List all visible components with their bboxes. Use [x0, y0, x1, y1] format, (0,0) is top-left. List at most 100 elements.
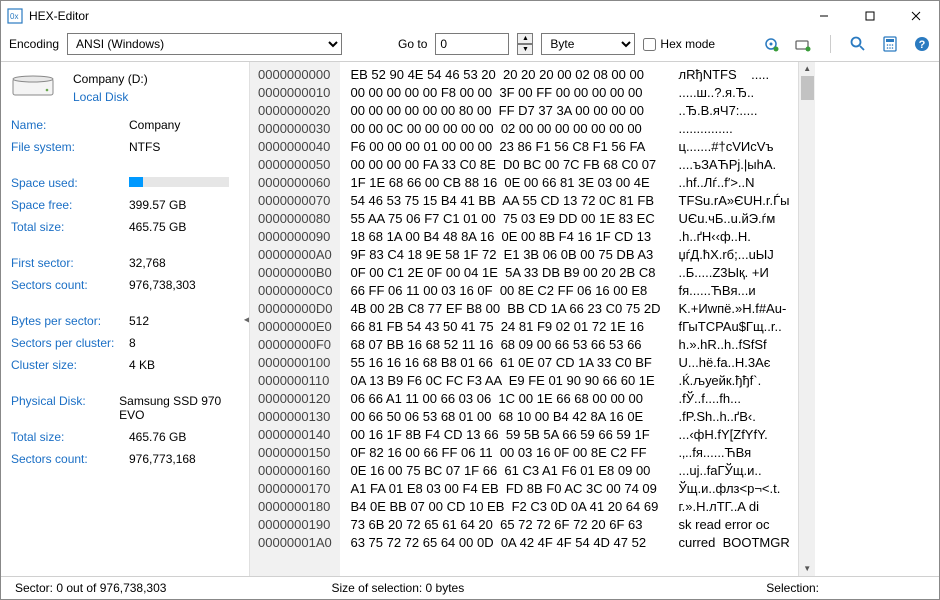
- hex-ascii-row[interactable]: ...............: [679, 120, 790, 138]
- hex-offset: 0000000190: [258, 516, 332, 534]
- hex-bytes-row[interactable]: 00 66 50 06 53 68 01 00 68 10 00 B4 42 8…: [350, 408, 660, 426]
- minimize-button[interactable]: [801, 1, 847, 31]
- goto-spinner[interactable]: ▲ ▼: [517, 33, 533, 55]
- hex-offset: 0000000100: [258, 354, 332, 372]
- hex-bytes-row[interactable]: 0F 00 C1 2E 0F 00 04 1E 5A 33 DB B9 00 2…: [350, 264, 660, 282]
- encoding-select[interactable]: ANSI (Windows): [67, 33, 342, 55]
- hex-ascii-row[interactable]: ...uј..faГЎщ.и..: [679, 462, 790, 480]
- hex-bytes-row[interactable]: 4B 00 2B C8 77 EF B8 00 BB CD 1A 66 23 C…: [350, 300, 660, 318]
- property-value: 4 KB: [129, 358, 155, 372]
- property-row: Sectors per cluster:8: [11, 336, 239, 350]
- hex-bytes-row[interactable]: 00 00 00 00 FA 33 C0 8E D0 BC 00 7C FB 6…: [350, 156, 660, 174]
- hex-bytes-row[interactable]: 00 00 00 00 00 F8 00 00 3F 00 FF 00 00 0…: [350, 84, 660, 102]
- hex-ascii-row[interactable]: лRђNTFS .....: [679, 66, 790, 84]
- property-value: [129, 176, 229, 190]
- calculator-icon[interactable]: [881, 35, 899, 53]
- sidebar-collapse-handle[interactable]: ◀: [244, 299, 250, 339]
- hex-bytes-row[interactable]: 00 00 00 00 00 00 80 00 FF D7 37 3A 00 0…: [350, 102, 660, 120]
- hex-ascii-row[interactable]: curred BOOTMGR: [679, 534, 790, 552]
- hex-bytes-row[interactable]: 68 07 BB 16 68 52 11 16 68 09 00 66 53 6…: [350, 336, 660, 354]
- hex-ascii-row[interactable]: TFSu.rА»ЄUН.r.Ѓы: [679, 192, 790, 210]
- hexmode-checkbox[interactable]: [643, 38, 656, 51]
- hex-ascii-row[interactable]: ..Ђ.В.яЧ7:.....: [679, 102, 790, 120]
- property-row: Space free:399.57 GB: [11, 198, 239, 212]
- hex-ascii-row[interactable]: K.+Иwпё.»Н.f#Аu-: [679, 300, 790, 318]
- encoding-label: Encoding: [9, 37, 59, 51]
- help-icon[interactable]: ?: [913, 35, 931, 53]
- property-row: Physical Disk:Samsung SSD 970 EVO: [11, 394, 239, 422]
- app-icon: 0x: [7, 8, 23, 24]
- hex-bytes-row[interactable]: 54 46 53 75 15 B4 41 BB AA 55 CD 13 72 0…: [350, 192, 660, 210]
- hex-ascii-row[interactable]: U...hё.fa..Н.3Ає: [679, 354, 790, 372]
- property-key: Physical Disk:: [11, 394, 119, 422]
- hex-ascii-row[interactable]: г.».Н.лТГ..A di: [679, 498, 790, 516]
- scroll-up-button[interactable]: ▲: [799, 62, 816, 76]
- hex-ascii-row[interactable]: .‚..fя......ЋВя: [679, 444, 790, 462]
- hex-ascii-row[interactable]: .Ќ.љуейк.ђђf`.: [679, 372, 790, 390]
- hex-offset: 0000000080: [258, 210, 332, 228]
- hex-ascii-row[interactable]: ..Б.....Z3Ық. +И: [679, 264, 790, 282]
- hex-bytes-row[interactable]: 1F 1E 68 66 00 CB 88 16 0E 00 66 81 3E 0…: [350, 174, 660, 192]
- hex-bytes-row[interactable]: 00 00 0C 00 00 00 00 00 02 00 00 00 00 0…: [350, 120, 660, 138]
- hex-ascii-row[interactable]: .....ш..?.я.Ђ..: [679, 84, 790, 102]
- hex-offset: 0000000070: [258, 192, 332, 210]
- vertical-scrollbar[interactable]: ▲ ▼: [798, 62, 815, 576]
- hex-offset: 0000000110: [258, 372, 332, 390]
- hex-pane[interactable]: 0000000000000000001000000000200000000030…: [250, 62, 939, 576]
- scroll-down-button[interactable]: ▼: [799, 562, 816, 576]
- hex-bytes-row[interactable]: B4 0E BB 07 00 CD 10 EB F2 C3 0D 0A 41 2…: [350, 498, 660, 516]
- hex-bytes-row[interactable]: 55 AA 75 06 F7 C1 01 00 75 03 E9 DD 00 1…: [350, 210, 660, 228]
- disk-type-link[interactable]: Local Disk: [73, 90, 148, 104]
- spin-down-button[interactable]: ▼: [517, 44, 533, 55]
- scroll-thumb[interactable]: [801, 76, 814, 100]
- hex-bytes-row[interactable]: 18 68 1A 00 B4 48 8A 16 0E 00 8B F4 16 1…: [350, 228, 660, 246]
- hex-ascii-column[interactable]: лRђNTFS ..........ш..?.я.Ђ....Ђ.В.яЧ7:..…: [671, 62, 798, 576]
- hex-ascii-row[interactable]: fя......ЋВя...и: [679, 282, 790, 300]
- hex-bytes-row[interactable]: EB 52 90 4E 54 46 53 20 20 20 20 00 02 0…: [350, 66, 660, 84]
- hex-bytes-row[interactable]: 06 66 A1 11 00 66 03 06 1C 00 1E 66 68 0…: [350, 390, 660, 408]
- hex-bytes-row[interactable]: 0F 82 16 00 66 FF 06 11 00 03 16 0F 00 8…: [350, 444, 660, 462]
- hex-ascii-row[interactable]: sk read error oc: [679, 516, 790, 534]
- hex-offset: 00000000F0: [258, 336, 332, 354]
- unit-select[interactable]: Byte: [541, 33, 635, 55]
- settings-gear-icon[interactable]: [762, 35, 780, 53]
- hex-ascii-row[interactable]: ц.......#†сVИсVъ: [679, 138, 790, 156]
- goto-input[interactable]: [435, 33, 509, 55]
- hex-bytes-row[interactable]: A1 FA 01 E8 03 00 F4 EB FD 8B F0 AC 3C 0…: [350, 480, 660, 498]
- close-button[interactable]: [893, 1, 939, 31]
- search-icon[interactable]: [849, 35, 867, 53]
- hex-bytes-column[interactable]: EB 52 90 4E 54 46 53 20 20 20 20 00 02 0…: [340, 62, 670, 576]
- hex-bytes-row[interactable]: 73 6B 20 72 65 61 64 20 65 72 72 6F 72 2…: [350, 516, 660, 534]
- hex-bytes-row[interactable]: 55 16 16 16 68 B8 01 66 61 0E 07 CD 1A 3…: [350, 354, 660, 372]
- hex-offset: 0000000120: [258, 390, 332, 408]
- spin-up-button[interactable]: ▲: [517, 33, 533, 44]
- hex-ascii-row[interactable]: .fЎ..f....fh...: [679, 390, 790, 408]
- property-value: 512: [129, 314, 149, 328]
- hex-ascii-row[interactable]: .fP.Sh..h..ґB‹.: [679, 408, 790, 426]
- disk-green-icon[interactable]: [794, 35, 812, 53]
- hex-ascii-row[interactable]: Ўщ.и..флз<р¬<.t.: [679, 480, 790, 498]
- hex-bytes-row[interactable]: F6 00 00 00 01 00 00 00 23 86 F1 56 C8 F…: [350, 138, 660, 156]
- property-value: 465.75 GB: [129, 220, 186, 234]
- hex-ascii-row[interactable]: ..hf..Лѓ..f′>..N: [679, 174, 790, 192]
- hex-bytes-row[interactable]: 66 81 FB 54 43 50 41 75 24 81 F9 02 01 7…: [350, 318, 660, 336]
- hex-offset: 0000000140: [258, 426, 332, 444]
- hex-bytes-row[interactable]: 66 FF 06 11 00 03 16 0F 00 8E C2 FF 06 1…: [350, 282, 660, 300]
- hex-bytes-row[interactable]: 0E 16 00 75 BC 07 1F 66 61 C3 A1 F6 01 E…: [350, 462, 660, 480]
- hex-bytes-row[interactable]: 00 16 1F 8B F4 CD 13 66 59 5B 5A 66 59 6…: [350, 426, 660, 444]
- property-row: Bytes per sector:512: [11, 314, 239, 328]
- hex-ascii-row[interactable]: џѓД.ћX.rб;...uЫЈ: [679, 246, 790, 264]
- hex-ascii-row[interactable]: fГыTCPAu$Гщ..r..: [679, 318, 790, 336]
- property-key: Sectors count:: [11, 452, 129, 466]
- hex-ascii-row[interactable]: .h..ґH‹‹ф..Н.: [679, 228, 790, 246]
- hex-ascii-row[interactable]: ....ъЗАЋРј.|ыhА.: [679, 156, 790, 174]
- hex-bytes-row[interactable]: 9F 83 C4 18 9E 58 1F 72 E1 3B 06 0B 00 7…: [350, 246, 660, 264]
- hex-offset: 00000000C0: [258, 282, 332, 300]
- hex-bytes-row[interactable]: 0A 13 B9 F6 0C FC F3 AA E9 FE 01 90 90 6…: [350, 372, 660, 390]
- hex-bytes-row[interactable]: 63 75 72 72 65 64 00 0D 0A 42 4F 4F 54 4…: [350, 534, 660, 552]
- hex-ascii-row[interactable]: UЄu.чБ..u.йЭ.ѓм: [679, 210, 790, 228]
- hex-ascii-row[interactable]: h.».hR..h..fSfSf: [679, 336, 790, 354]
- maximize-button[interactable]: [847, 1, 893, 31]
- property-row: Total size:465.75 GB: [11, 220, 239, 234]
- hex-ascii-row[interactable]: ...‹фН.fY[ZfYfY.: [679, 426, 790, 444]
